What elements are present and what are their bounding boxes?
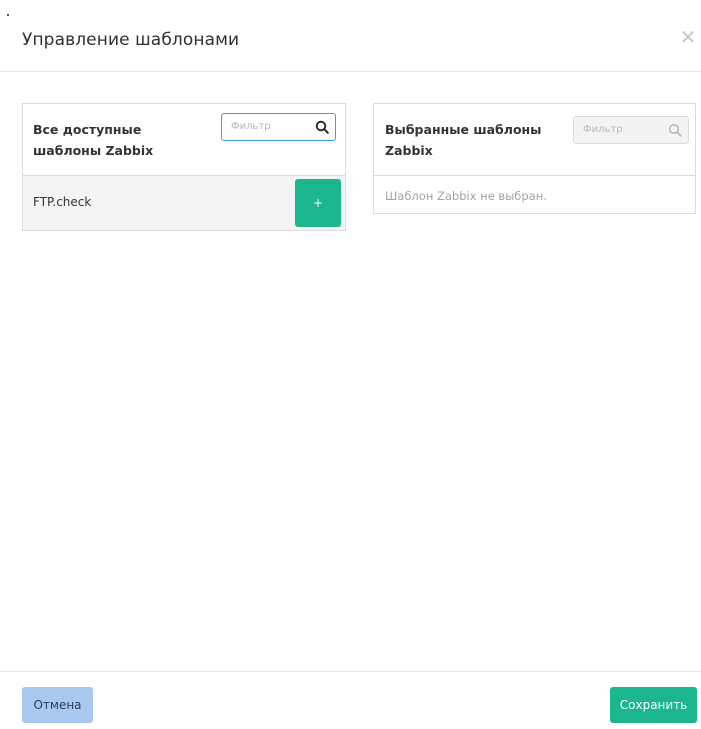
empty-selection-message: Шаблон Zabbix не выбран.	[385, 189, 547, 203]
available-panel-title: Все доступные шаблоны Zabbix	[33, 122, 154, 158]
search-icon[interactable]	[315, 120, 329, 134]
selected-filter-placeholder: Фильтр	[583, 124, 623, 135]
dialog-title: Управление шаблонами	[22, 30, 240, 50]
available-filter-placeholder: Фильтр	[231, 121, 271, 132]
available-panel-header: Все доступные шаблоны Zabbix Фильтр	[23, 104, 345, 176]
search-icon[interactable]	[668, 123, 682, 137]
cancel-button[interactable]: Отмена	[22, 687, 93, 723]
dialog-header: Управление шаблонами ✕	[0, 0, 701, 72]
footer-divider	[0, 671, 701, 672]
selected-panel-title: Выбранные шаблоны Zabbix	[385, 122, 542, 158]
close-icon[interactable]: ✕	[678, 27, 698, 47]
available-templates-panel: Все доступные шаблоны Zabbix Фильтр FTP.…	[22, 103, 346, 231]
list-item: FTP.check +	[23, 176, 345, 230]
template-name: FTP.check	[33, 195, 92, 209]
selected-filter-input[interactable]: Фильтр	[573, 116, 689, 144]
selected-panel-header: Выбранные шаблоны Zabbix Фильтр	[374, 104, 695, 176]
available-filter-input[interactable]: Фильтр	[221, 113, 336, 141]
save-button[interactable]: Сохранить	[610, 687, 697, 723]
selected-templates-panel: Выбранные шаблоны Zabbix Фильтр Шаблон Z…	[373, 103, 696, 214]
add-template-button[interactable]: +	[295, 179, 341, 227]
